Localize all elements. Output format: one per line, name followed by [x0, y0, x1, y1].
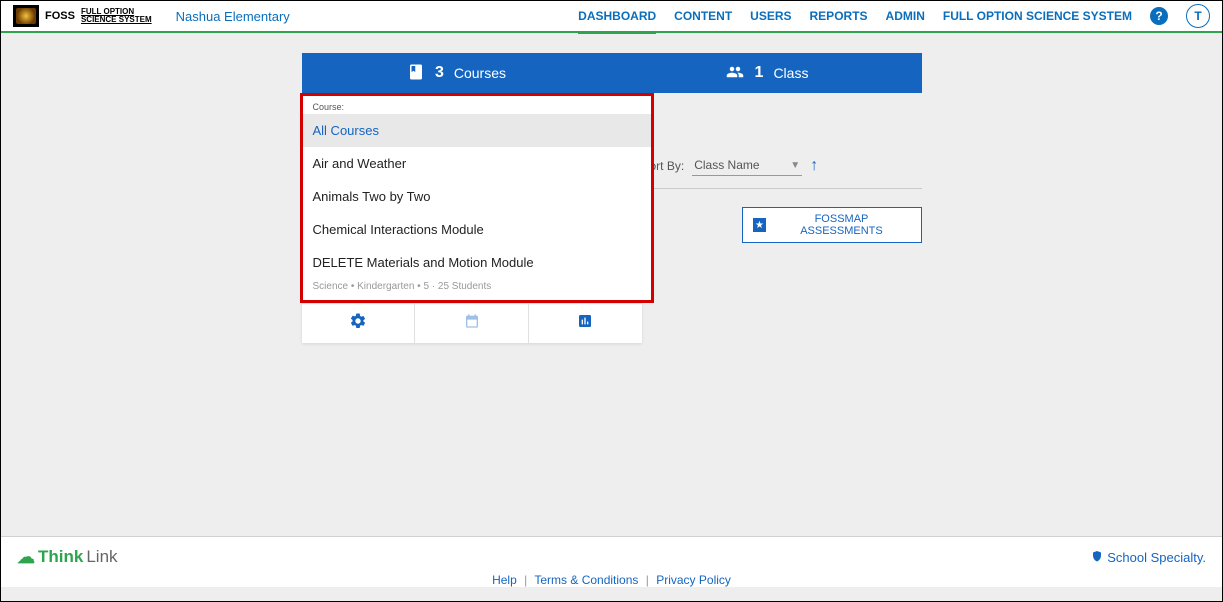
class-label: Class [773, 65, 808, 81]
sort-row: Sort By: Class Name ▼ ↑ [642, 155, 922, 176]
footer-help[interactable]: Help [492, 573, 517, 587]
school-name-link[interactable]: Nashua Elementary [176, 9, 290, 24]
tab-bar: 3 Courses 1 Class [302, 53, 922, 93]
course-dropdown[interactable]: Course: All Courses Air and Weather Anim… [300, 93, 654, 303]
chevron-down-icon: ▼ [790, 160, 800, 171]
top-nav: DASHBOARD CONTENT USERS REPORTS ADMIN FU… [578, 4, 1210, 28]
gear-icon [349, 312, 367, 335]
logo-main: FOSS [45, 11, 75, 22]
footer-sep: | [524, 573, 527, 587]
top-header: FOSS FULL OPTION SCIENCE SYSTEM Nashua E… [1, 1, 1222, 33]
main-content: 3 Courses 1 Class Course: All Courses Ai… [1, 33, 1222, 343]
card-area: Course: All Courses Air and Weather Anim… [302, 93, 922, 343]
footer-links: Help | Terms & Conditions | Privacy Poli… [17, 573, 1206, 587]
dropdown-label: Course: [303, 96, 651, 114]
dropdown-item-animals[interactable]: Animals Two by Two [303, 180, 651, 213]
right-controls: Sort By: Class Name ▼ ↑ ★ FOSSMAP ASSESS… [642, 155, 922, 243]
school-specialty-logo[interactable]: School Specialty. [1091, 549, 1206, 566]
help-icon[interactable]: ? [1150, 7, 1168, 25]
fossmap-assessments-button[interactable]: ★ FOSSMAP ASSESSMENTS [742, 207, 922, 243]
tab-courses[interactable]: 3 Courses [302, 53, 612, 93]
nav-foss[interactable]: FULL OPTION SCIENCE SYSTEM [943, 9, 1132, 23]
courses-label: Courses [454, 65, 506, 81]
dropdown-item-air[interactable]: Air and Weather [303, 147, 651, 180]
nav-reports[interactable]: REPORTS [810, 9, 868, 23]
courses-count: 3 [435, 64, 444, 82]
cloud-icon: ☁ [17, 547, 35, 568]
calendar-button[interactable] [415, 304, 529, 343]
footer: ☁ ThinkLink School Specialty. Help | Ter… [1, 536, 1222, 587]
card-action-bar [302, 303, 642, 343]
thinklink-logo[interactable]: ☁ ThinkLink [17, 547, 118, 568]
footer-privacy[interactable]: Privacy Policy [656, 573, 731, 587]
logo-sub2: SCIENCE SYSTEM [81, 16, 152, 24]
book-icon [407, 63, 425, 84]
ribbon-icon [1091, 549, 1103, 566]
sort-value: Class Name [694, 158, 759, 172]
logo-text: FOSS [45, 11, 75, 22]
dropdown-list[interactable]: All Courses Air and Weather Animals Two … [303, 114, 651, 279]
fossmap-label: FOSSMAP ASSESSMENTS [772, 213, 910, 237]
user-avatar[interactable]: T [1186, 4, 1210, 28]
people-icon [725, 63, 745, 84]
nav-dashboard[interactable]: DASHBOARD [578, 9, 656, 23]
logo-block[interactable]: FOSS FULL OPTION SCIENCE SYSTEM [13, 5, 152, 27]
dropdown-item-delete[interactable]: DELETE Materials and Motion Module [303, 246, 651, 279]
nav-admin[interactable]: ADMIN [886, 9, 925, 23]
footer-terms[interactable]: Terms & Conditions [534, 573, 638, 587]
brand-link: Link [86, 547, 117, 567]
dropdown-truncated-row: Science • Kindergarten • 5 · 25 Students [303, 279, 651, 292]
logo-subtext: FULL OPTION SCIENCE SYSTEM [81, 8, 152, 24]
settings-button[interactable] [302, 304, 416, 343]
stats-button[interactable] [529, 304, 642, 343]
class-count: 1 [755, 64, 764, 82]
tab-class[interactable]: 1 Class [612, 53, 922, 93]
course-card: Course: All Courses Air and Weather Anim… [302, 93, 642, 343]
divider [642, 188, 922, 189]
stats-icon [577, 313, 593, 334]
star-square-icon: ★ [753, 218, 767, 232]
dropdown-item-all[interactable]: All Courses [303, 114, 651, 147]
foss-logo-icon [13, 5, 39, 27]
brand-think: Think [38, 547, 83, 567]
dropdown-item-chemical[interactable]: Chemical Interactions Module [303, 213, 651, 246]
calendar-icon [464, 313, 480, 334]
sort-select[interactable]: Class Name ▼ [692, 155, 802, 176]
footer-top: ☁ ThinkLink School Specialty. [17, 543, 1206, 571]
school-specialty-text: School Specialty. [1107, 550, 1206, 565]
sort-direction-icon[interactable]: ↑ [810, 157, 818, 175]
nav-users[interactable]: USERS [750, 9, 791, 23]
nav-content[interactable]: CONTENT [674, 9, 732, 23]
footer-sep: | [646, 573, 649, 587]
